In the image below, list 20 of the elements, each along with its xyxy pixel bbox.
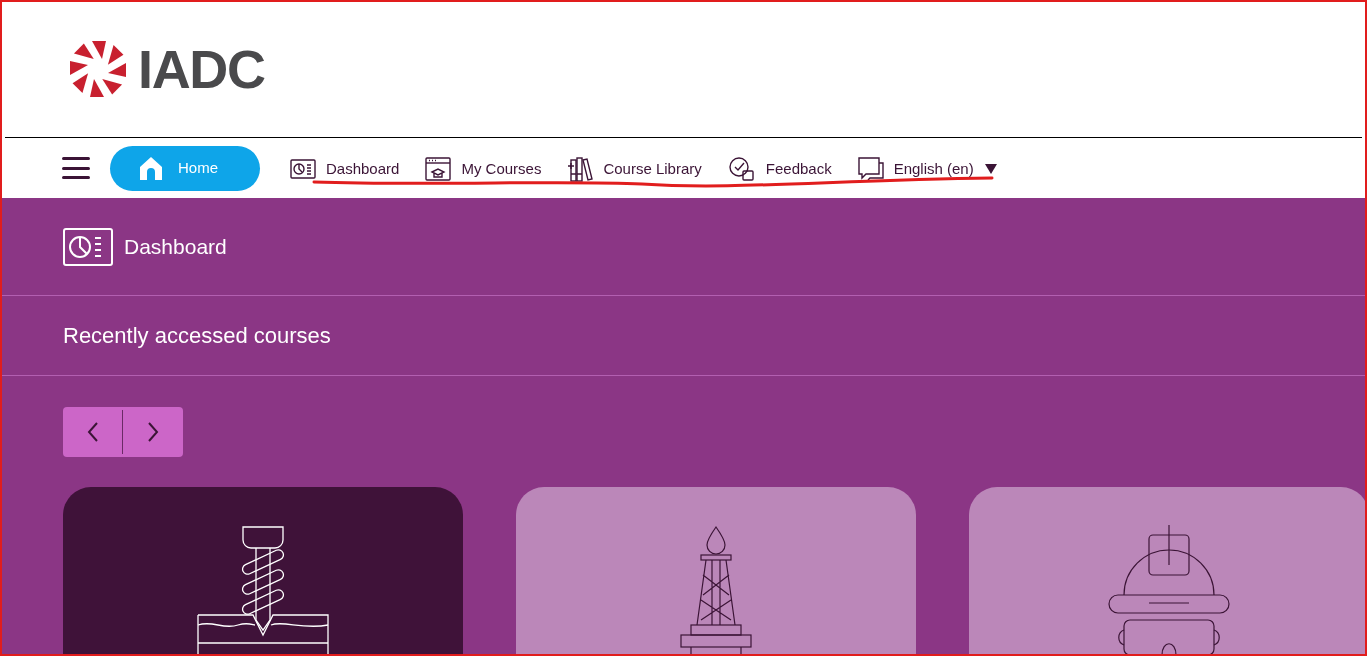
section-title: Recently accessed courses — [63, 322, 331, 350]
check-bubble-icon — [727, 156, 756, 182]
home-icon — [138, 155, 164, 181]
dashboard-icon — [63, 227, 113, 266]
page-title: Dashboard — [124, 233, 227, 260]
course-card[interactable] — [63, 487, 463, 656]
chevron-left-icon — [85, 421, 100, 443]
books-icon — [567, 156, 594, 182]
nav-link[interactable]: My Courses — [425, 157, 542, 181]
logo-icon — [68, 38, 128, 99]
nav-link[interactable]: Course Library — [567, 156, 702, 182]
language-icon — [857, 157, 884, 181]
menu-icon[interactable] — [62, 157, 92, 179]
chevron-right-icon — [146, 421, 160, 443]
nav-link[interactable]: Feedback — [727, 156, 832, 182]
nav-link[interactable]: Dashboard — [290, 157, 400, 181]
nav-link[interactable]: English (en) — [857, 157, 998, 181]
logo-text: IADC — [138, 41, 265, 96]
course-window-icon — [425, 157, 452, 181]
dashboard-icon — [290, 159, 316, 179]
